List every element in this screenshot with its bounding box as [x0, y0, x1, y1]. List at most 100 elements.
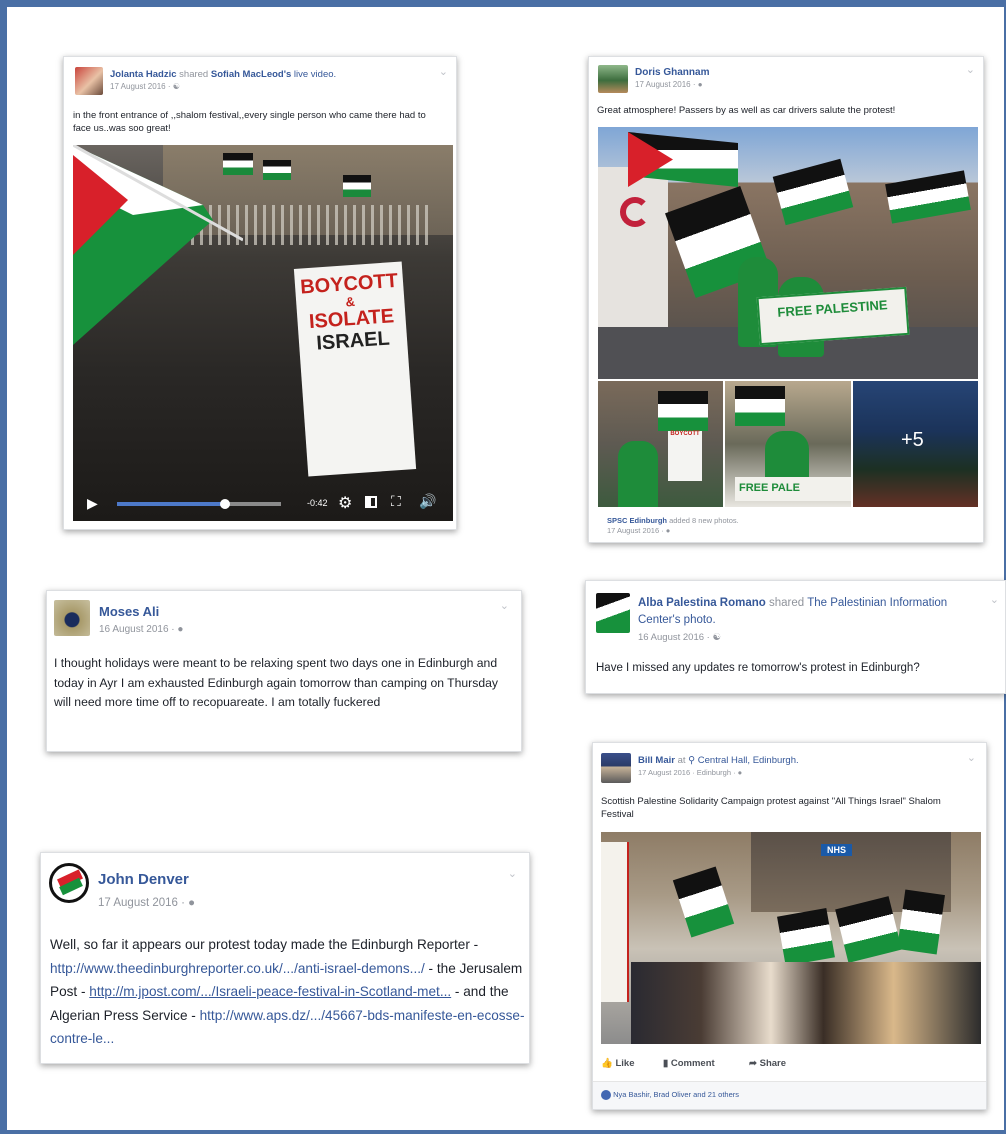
main-photo[interactable]: FREE PALESTINE	[598, 127, 978, 379]
globe-icon: ●	[177, 624, 184, 635]
shared-type-link[interactable]: photo.	[684, 614, 716, 626]
video-time: -0:42	[307, 498, 328, 508]
shared-type-link[interactable]: live video.	[294, 69, 336, 80]
thumbs-up-icon: 👍	[601, 1058, 613, 1069]
post-text: Well, so far it appears our protest toda…	[50, 933, 525, 1051]
post-bill: Bill Mair at ⚲ Central Hall, Edinburgh. …	[592, 742, 987, 1110]
comment-button[interactable]: ▮ Comment	[663, 1058, 715, 1069]
post-date: 16 August 2016 · ●	[99, 624, 183, 635]
chevron-down-icon[interactable]: ⌄	[990, 593, 999, 606]
avatar[interactable]	[596, 593, 630, 633]
friends-icon: ☯	[172, 82, 180, 91]
banner-text: FREE PALESTINE	[776, 297, 889, 320]
author-name[interactable]: John Denver	[98, 871, 189, 888]
author-name[interactable]: Bill Mair	[638, 755, 675, 766]
palestine-flag	[735, 386, 785, 426]
like-button[interactable]: 👍 Like	[601, 1058, 635, 1069]
post-text: Have I missed any updates re tomorrow's …	[596, 662, 920, 674]
video-controls: ▶ -0:42 ⚙ ⛶ 🔊	[73, 487, 453, 521]
post-text: I thought holidays were meant to be rela…	[54, 656, 498, 709]
more-photos-count: +5	[901, 429, 924, 451]
gear-icon[interactable]: ⚙	[338, 493, 352, 513]
post-header: Jolanta Hadzic shared Sofiah MacLeod's l…	[110, 69, 336, 81]
post-john: John Denver 17 August 2016 · ● ⌄ Well, s…	[40, 852, 530, 1064]
author-name[interactable]: Jolanta Hadzic	[110, 69, 177, 80]
video-progress-fill	[117, 502, 226, 506]
video-scrubber[interactable]	[220, 499, 231, 509]
palestine-flag	[777, 908, 835, 966]
date-text[interactable]: 17 August 2016 ·	[98, 897, 188, 909]
shared-source-link[interactable]: Sofiah MacLeod's	[211, 69, 291, 80]
video-progress-bar[interactable]	[117, 499, 281, 509]
chevron-down-icon[interactable]: ⌄	[439, 65, 448, 78]
more-photos-thumbnail[interactable]: +5	[853, 381, 978, 507]
author-name[interactable]: Alba Palestina Romano	[638, 597, 766, 609]
thumbnail-photo[interactable]: FREE PALE	[725, 381, 851, 507]
fullscreen-icon[interactable]: ⛶	[391, 493, 401, 510]
post-jolanta: Jolanta Hadzic shared Sofiah MacLeod's l…	[63, 56, 457, 530]
post-date: 17 August 2016 · ☯	[110, 82, 180, 91]
comment-label: Comment	[670, 1058, 715, 1069]
post-text: Great atmosphere! Passers by as well as …	[597, 105, 896, 116]
footer-date-text[interactable]: 17 August 2016 ·	[607, 526, 666, 535]
footer-action: added 8 new photos.	[669, 516, 739, 525]
avatar[interactable]	[598, 65, 628, 93]
post-alba: Alba Palestina Romano shared The Palesti…	[585, 580, 1006, 694]
globe-icon: ●	[188, 897, 196, 909]
background-flag	[263, 160, 291, 180]
post-doris: Doris Ghannam 17 August 2016 · ● ⌄ Great…	[588, 56, 984, 543]
date-text[interactable]: 17 August 2016 ·	[635, 80, 698, 89]
protester-green	[765, 431, 809, 481]
post-footer: SPSC Edinburgh added 8 new photos. 17 Au…	[607, 516, 739, 536]
article-link-edinburgh-reporter[interactable]: http://www.theedinburghreporter.co.uk/..…	[50, 961, 425, 976]
protester-green	[618, 441, 658, 507]
palestine-flag	[772, 158, 854, 226]
minimize-icon[interactable]	[365, 496, 377, 508]
chevron-down-icon[interactable]: ⌄	[500, 599, 509, 612]
footer-author[interactable]: SPSC Edinburgh	[607, 516, 667, 525]
date-text[interactable]: 17 August 2016 · Edinburgh ·	[638, 768, 738, 777]
article-link-jpost[interactable]: http://m.jpost.com/.../Israeli-peace-fes…	[89, 984, 451, 999]
share-label: Share	[759, 1058, 787, 1069]
post-date: 17 August 2016 · Edinburgh · ●	[638, 768, 742, 777]
volume-icon[interactable]: 🔊	[419, 493, 436, 510]
live-video[interactable]: BOYCOTT & ISOLATE ISRAEL ▶ -0:42 ⚙ ⛶ 🔊	[73, 145, 453, 521]
date-text[interactable]: 16 August 2016 ·	[638, 632, 712, 643]
friends-icon: ☯	[712, 632, 722, 643]
chevron-down-icon[interactable]: ⌄	[508, 867, 517, 880]
palestine-flag	[897, 889, 945, 955]
post-photo[interactable]: NHS	[601, 832, 981, 1044]
post-header: Bill Mair at ⚲ Central Hall, Edinburgh.	[638, 755, 799, 766]
avatar[interactable]	[75, 67, 103, 95]
date-text[interactable]: 16 August 2016 ·	[99, 624, 177, 635]
chevron-down-icon[interactable]: ⌄	[966, 63, 975, 76]
play-icon[interactable]: ▶	[87, 495, 98, 512]
post-text-segment: Well, so far it appears our protest toda…	[50, 937, 479, 952]
shared-word: shared	[769, 597, 805, 609]
reactions-bar[interactable]: Nya Bashir, Brad Oliver and 21 others	[593, 1081, 986, 1109]
boycott-sign: BOYCOTT & ISOLATE ISRAEL	[293, 261, 417, 477]
palestine-flag	[658, 391, 708, 431]
reactions-text[interactable]: Nya Bashir, Brad Oliver and 21 others	[613, 1090, 739, 1099]
sign: BOYCOTT	[668, 431, 702, 481]
post-text: Scottish Palestine Solidarity Campaign p…	[601, 796, 941, 820]
share-button[interactable]: ➦ Share	[749, 1058, 786, 1069]
globe-icon: ●	[737, 768, 743, 777]
palestine-flag	[672, 866, 735, 938]
footer-date: 17 August 2016 · ●	[607, 526, 739, 536]
building-logo	[620, 197, 650, 227]
globe-icon: ●	[697, 80, 703, 89]
crowd	[631, 962, 981, 1044]
avatar[interactable]	[54, 600, 90, 636]
map-pin-icon: ⚲	[688, 755, 696, 766]
avatar[interactable]	[49, 863, 89, 903]
author-name[interactable]: Doris Ghannam	[635, 67, 709, 78]
thumbnail-photo[interactable]: BOYCOTT	[598, 381, 723, 507]
avatar[interactable]	[601, 753, 631, 783]
location-link[interactable]: Central Hall, Edinburgh.	[698, 755, 799, 766]
comment-icon: ▮	[663, 1058, 669, 1069]
date-text[interactable]: 17 August 2016 ·	[110, 82, 173, 91]
author-name[interactable]: Moses Ali	[99, 604, 159, 619]
chevron-down-icon[interactable]: ⌄	[967, 751, 976, 764]
banner: FREE PALE	[735, 477, 851, 501]
